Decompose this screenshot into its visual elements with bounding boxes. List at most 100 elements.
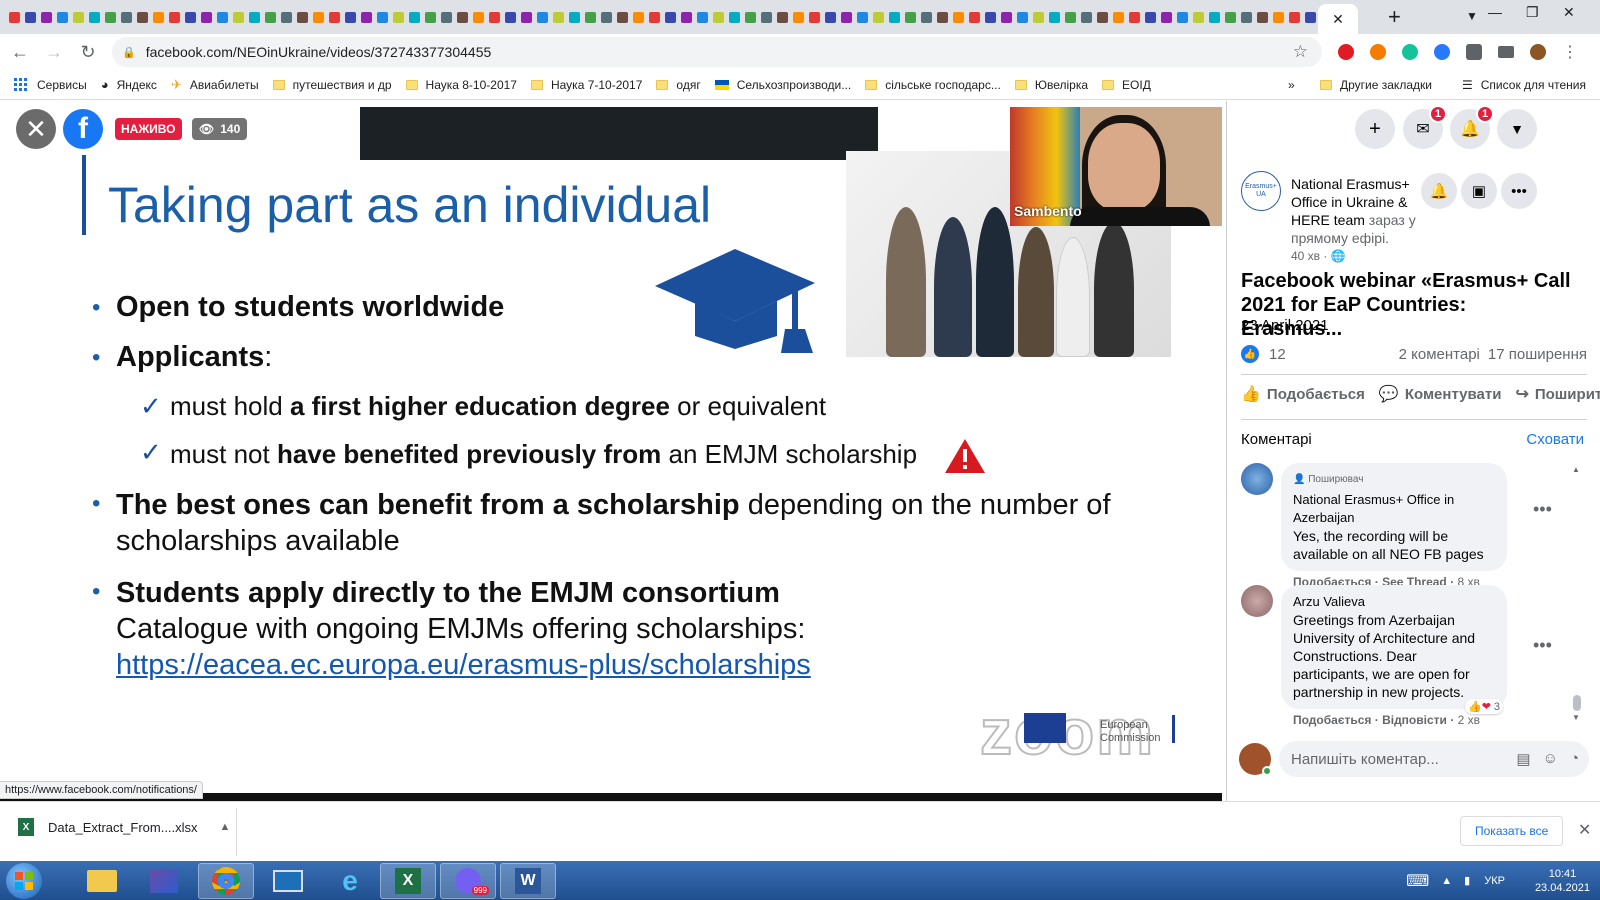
tab-favicon-icon[interactable] xyxy=(536,11,548,23)
tab-favicon-icon[interactable] xyxy=(72,11,84,23)
my-avatar[interactable] xyxy=(1239,743,1272,776)
chrome-taskbar-icon[interactable] xyxy=(198,863,254,899)
language-indicator[interactable]: УКР xyxy=(1484,875,1505,887)
tab-favicon-icon[interactable] xyxy=(632,11,644,23)
id-extension-icon[interactable] xyxy=(1434,44,1450,60)
share-button[interactable]: ↪Поширити xyxy=(1515,384,1600,404)
tab-favicon-icon[interactable] xyxy=(488,11,500,23)
tab-favicon-icon[interactable] xyxy=(248,11,260,23)
tab-favicon-icon[interactable] xyxy=(504,11,516,23)
scholarships-link[interactable]: https://eacea.ec.europa.eu/erasmus-plus/… xyxy=(116,649,811,681)
pinned-tab-icons[interactable] xyxy=(0,0,1340,34)
tab-favicon-icon[interactable] xyxy=(184,11,196,23)
chevron-up-icon[interactable]: ▲ xyxy=(220,821,231,833)
hide-comments-link[interactable]: Сховати xyxy=(1526,431,1584,448)
bookmark-services[interactable]: Сервисы xyxy=(14,78,87,92)
tab-favicon-icon[interactable] xyxy=(472,11,484,23)
tab-favicon-icon[interactable] xyxy=(8,11,20,23)
tab-favicon-icon[interactable] xyxy=(152,11,164,23)
tab-favicon-icon[interactable] xyxy=(1048,11,1060,23)
tab-favicon-icon[interactable] xyxy=(616,11,628,23)
maximize-icon[interactable]: ❐ xyxy=(1526,4,1539,21)
tab-favicon-icon[interactable] xyxy=(1288,11,1300,23)
tab-favicon-icon[interactable] xyxy=(824,11,836,23)
commenter-name[interactable]: Arzu Valieva xyxy=(1293,593,1495,611)
messenger-button[interactable]: ✉ 1 xyxy=(1403,105,1447,149)
emoji-icon[interactable]: ☺ xyxy=(1543,750,1558,768)
comment-input[interactable]: Напишіть коментар... ▤ ☺ ◔ xyxy=(1279,741,1589,777)
tab-favicon-icon[interactable] xyxy=(408,11,420,23)
tab-favicon-icon[interactable] xyxy=(888,11,900,23)
tab-favicon-icon[interactable] xyxy=(88,11,100,23)
tab-favicon-icon[interactable] xyxy=(1144,11,1156,23)
tab-favicon-icon[interactable] xyxy=(120,11,132,23)
media-app-taskbar-icon[interactable] xyxy=(136,863,192,899)
comment-count[interactable]: 2 коментарі xyxy=(1399,346,1480,363)
bookmark-folder-jewelry[interactable]: Ювелірка xyxy=(1014,78,1088,92)
tab-favicon-icon[interactable] xyxy=(440,11,452,23)
tab-favicon-icon[interactable] xyxy=(264,11,276,23)
tab-favicon-icon[interactable] xyxy=(24,11,36,23)
reload-icon[interactable]: ↻ xyxy=(74,42,102,63)
tab-favicon-icon[interactable] xyxy=(168,11,180,23)
tab-favicon-icon[interactable] xyxy=(1032,11,1044,23)
tab-favicon-icon[interactable] xyxy=(1096,11,1108,23)
reading-list-button[interactable]: ☰ Список для чтения xyxy=(1462,70,1586,100)
facebook-logo-icon[interactable]: f xyxy=(63,109,103,149)
excel-taskbar-icon[interactable]: X xyxy=(380,863,436,899)
tab-favicon-icon[interactable] xyxy=(872,11,884,23)
active-tab[interactable]: ✕ xyxy=(1318,4,1358,34)
tab-favicon-icon[interactable] xyxy=(1160,11,1172,23)
back-icon[interactable]: ← xyxy=(6,42,34,63)
comment-like-link[interactable]: Подобається xyxy=(1293,713,1371,727)
clock[interactable]: 10:41 23.04.2021 xyxy=(1535,867,1590,895)
bookmark-folder-science-8[interactable]: Наука 8-10-2017 xyxy=(405,78,517,92)
tab-favicon-icon[interactable] xyxy=(600,11,612,23)
tab-favicon-icon[interactable] xyxy=(280,11,292,23)
share-count[interactable]: 17 поширення xyxy=(1488,346,1587,363)
video-player[interactable]: Taking part as an individual Sambento • … xyxy=(0,101,1222,799)
follow-bell-icon[interactable]: 🔔 xyxy=(1421,173,1457,209)
address-bar[interactable]: 🔒 facebook.com/NEOinUkraine/videos/37274… xyxy=(112,37,1322,67)
tab-favicon-icon[interactable] xyxy=(744,11,756,23)
tab-favicon-icon[interactable] xyxy=(392,11,404,23)
bookmark-flights[interactable]: ✈ Авиабилеты xyxy=(171,77,259,93)
tab-favicon-icon[interactable] xyxy=(104,11,116,23)
tab-favicon-icon[interactable] xyxy=(424,11,436,23)
tab-favicon-icon[interactable] xyxy=(456,11,468,23)
tab-favicon-icon[interactable] xyxy=(360,11,372,23)
sticker-icon[interactable]: ◔ xyxy=(1570,750,1579,768)
start-button[interactable] xyxy=(6,863,42,899)
comment-button[interactable]: 💬 Коментувати xyxy=(1379,384,1502,404)
tab-favicon-icon[interactable] xyxy=(1304,11,1316,23)
tab-favicon-icon[interactable] xyxy=(1000,11,1012,23)
tab-favicon-icon[interactable] xyxy=(232,11,244,23)
tab-favicon-icon[interactable] xyxy=(40,11,52,23)
minimize-icon[interactable]: — xyxy=(1488,4,1502,20)
tab-favicon-icon[interactable] xyxy=(1256,11,1268,23)
comment-options-icon[interactable]: ••• xyxy=(1533,635,1552,656)
tab-favicon-icon[interactable] xyxy=(200,11,212,23)
gif-icon[interactable]: ▤ xyxy=(1516,750,1530,768)
tab-favicon-icon[interactable] xyxy=(696,11,708,23)
close-tab-icon[interactable]: ✕ xyxy=(1332,11,1344,28)
puzzle-extensions-icon[interactable] xyxy=(1466,44,1482,60)
commenter-name[interactable]: National Erasmus+ Office in Azerbaijan xyxy=(1293,491,1495,527)
tab-favicon-icon[interactable] xyxy=(584,11,596,23)
tab-favicon-icon[interactable] xyxy=(1112,11,1124,23)
comments-scrollbar[interactable]: ▲ ▼ xyxy=(1571,465,1583,725)
battery-icon[interactable]: ▮ xyxy=(1464,874,1470,887)
tab-favicon-icon[interactable] xyxy=(760,11,772,23)
bookmark-folder-science-7[interactable]: Наука 7-10-2017 xyxy=(530,78,642,92)
tab-favicon-icon[interactable] xyxy=(216,11,228,23)
page-avatar[interactable]: Erasmus+ UA xyxy=(1241,171,1281,211)
tab-favicon-icon[interactable] xyxy=(296,11,308,23)
tab-favicon-icon[interactable] xyxy=(952,11,964,23)
browser-menu-icon[interactable]: ⋮ xyxy=(1562,42,1578,62)
bookmark-star-icon[interactable]: ☆ xyxy=(1293,42,1308,62)
tab-favicon-icon[interactable] xyxy=(936,11,948,23)
tab-favicon-icon[interactable] xyxy=(1128,11,1140,23)
tab-favicon-icon[interactable] xyxy=(312,11,324,23)
fire-extension-icon[interactable] xyxy=(1370,44,1386,60)
monitor-app-taskbar-icon[interactable] xyxy=(260,863,316,899)
